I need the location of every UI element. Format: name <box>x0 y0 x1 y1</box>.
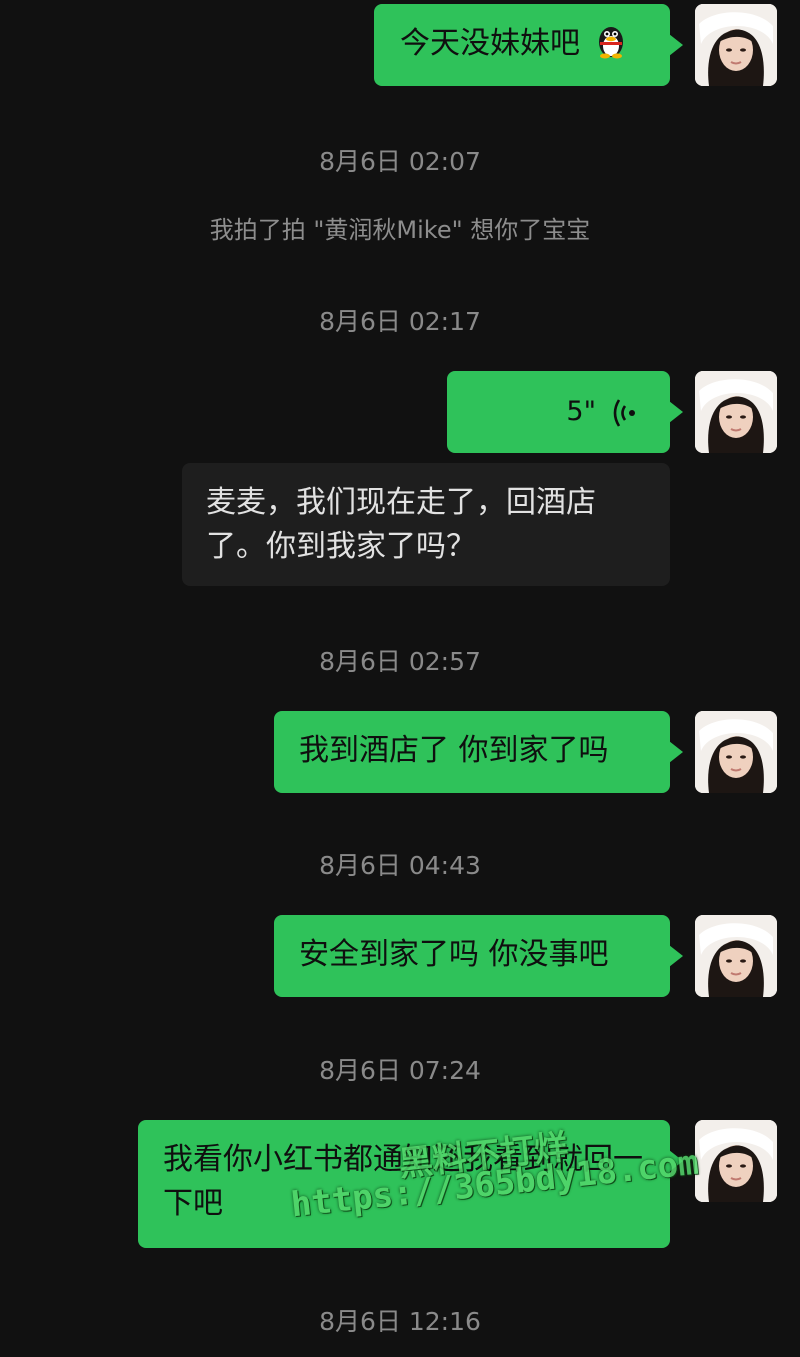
message-timestamp: 8月6日 07:24 <box>319 1056 481 1085</box>
avatar[interactable] <box>695 1120 777 1202</box>
message-bubble-outgoing[interactable]: 安全到家了吗 你没事吧 <box>274 915 683 997</box>
voice-wave-icon <box>612 397 636 441</box>
voice-duration: 5" <box>566 396 596 427</box>
message-timestamp: 8月6日 02:57 <box>319 647 481 676</box>
message-bubble-outgoing[interactable]: 我到酒店了 你到家了吗 <box>274 711 683 793</box>
avatar[interactable] <box>695 4 777 86</box>
message-bubble-outgoing[interactable]: 今天没妹妹吧 <box>374 4 683 86</box>
message-text: 安全到家了吗 你没事吧 <box>299 937 609 972</box>
system-pat-notice: 我拍了拍 "黄润秋Mike" 想你了宝宝 <box>209 216 591 244</box>
voice-message-bubble[interactable]: 5" <box>447 371 683 453</box>
message-text: 今天没妹妹吧 <box>400 26 580 61</box>
avatar[interactable] <box>695 371 777 453</box>
message-text: 麦麦，我们现在走了，回酒店了。你到我家了吗？ <box>206 485 596 564</box>
avatar[interactable] <box>695 711 777 793</box>
message-timestamp: 8月6日 04:43 <box>319 851 481 880</box>
message-bubble-incoming[interactable]: 麦麦，我们现在走了，回酒店了。你到我家了吗？ <box>182 463 670 586</box>
message-timestamp: 8月6日 02:07 <box>319 147 481 176</box>
qq-penguin-emoji-icon <box>594 23 628 59</box>
message-timestamp: 8月6日 02:17 <box>319 307 481 336</box>
message-text: 我到酒店了 你到家了吗 <box>299 733 609 768</box>
avatar[interactable] <box>695 915 777 997</box>
message-timestamp: 8月6日 12:16 <box>319 1307 481 1336</box>
